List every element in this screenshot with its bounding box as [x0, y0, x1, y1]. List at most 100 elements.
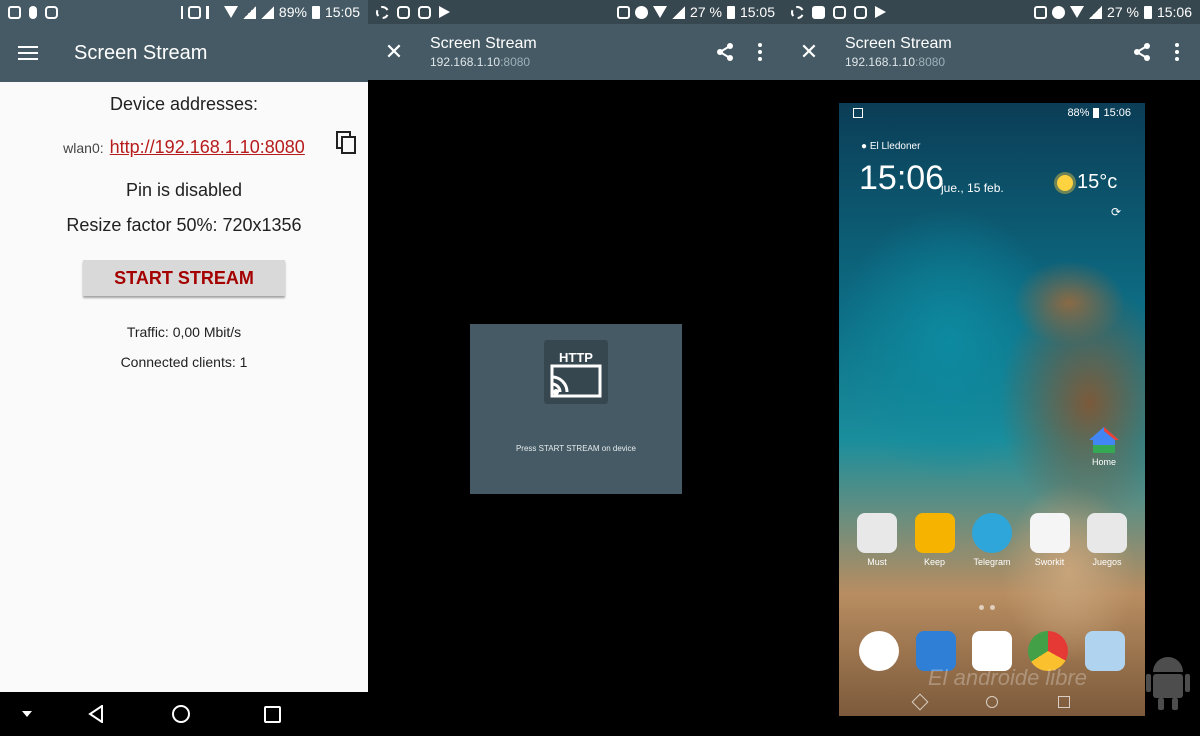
- start-stream-button[interactable]: START STREAM: [83, 260, 285, 296]
- close-icon[interactable]: ✕: [799, 39, 819, 65]
- sworkit-icon: [1029, 513, 1070, 553]
- navigation-bar: [0, 692, 368, 736]
- cast-icon: [853, 108, 863, 118]
- instagram-icon: [45, 5, 58, 19]
- android-logo-icon: [1146, 657, 1190, 710]
- refresh-icon[interactable]: ⟳: [1111, 205, 1121, 219]
- weather-widget: 15°c: [1057, 171, 1117, 194]
- mute-icon: [205, 5, 219, 19]
- app-title: Screen Stream: [74, 41, 208, 64]
- screen-stream-settings: 89% 15:05 Screen Stream Device addresses…: [0, 0, 368, 736]
- recent-apps-icon[interactable]: [264, 705, 281, 723]
- wifi-icon: [1070, 6, 1085, 18]
- page-url: 192.168.1.10:8080: [845, 55, 952, 69]
- share-icon[interactable]: [1132, 42, 1152, 62]
- do-not-disturb-icon: [1052, 5, 1066, 19]
- hamburger-menu-icon[interactable]: [18, 46, 38, 60]
- battery-icon: [726, 5, 735, 19]
- camera-icon[interactable]: [1084, 631, 1125, 671]
- browser-waiting-stream: 27 % 15:05 ✕ Screen Stream 192.168.1.10:…: [368, 0, 783, 736]
- app-row: Must Keep Telegram Sworkit Juegos: [851, 513, 1133, 567]
- nfc-icon: [617, 5, 631, 19]
- page-title: Screen Stream: [430, 35, 537, 52]
- stream-address-link[interactable]: http://192.168.1.10:8080: [110, 137, 305, 158]
- home-app-label: Home: [1091, 457, 1116, 467]
- page-indicator: [979, 605, 995, 610]
- browser-live-stream: 27 % 15:06 ✕ Screen Stream 192.168.1.10:…: [783, 0, 1200, 736]
- telegram-icon: [972, 513, 1012, 553]
- url-host: 192.168.1.10: [845, 55, 916, 69]
- app-label: Juegos: [1092, 557, 1122, 567]
- share-icon[interactable]: [715, 42, 735, 62]
- connected-clients-text: Connected clients: 1: [120, 354, 248, 370]
- bluetooth-icon: [177, 5, 183, 19]
- home-icon[interactable]: [172, 705, 190, 723]
- no-sim-icon: [242, 5, 256, 19]
- app-label: Sworkit: [1034, 557, 1065, 567]
- clock: 15:06: [1103, 107, 1131, 119]
- instagram-icon: [397, 5, 410, 19]
- more-options-icon[interactable]: [1174, 43, 1180, 61]
- clock: 15:05: [324, 4, 360, 20]
- app-bar: Screen Stream: [0, 24, 368, 82]
- mic-icon: [29, 5, 37, 19]
- status-bar: 27 % 15:05: [368, 0, 783, 24]
- app-must[interactable]: Must: [851, 513, 903, 567]
- keep-icon: [914, 513, 955, 553]
- app-keep[interactable]: Keep: [909, 513, 961, 567]
- title-block: Screen Stream 192.168.1.10:8080: [845, 35, 952, 69]
- app-bar: ✕ Screen Stream 192.168.1.10:8080: [368, 24, 783, 80]
- instagram-icon: [418, 5, 431, 19]
- phone-status-bar: 88% 15:06: [839, 103, 1145, 123]
- watermark: El androide libre: [928, 665, 1087, 690]
- app-label: Telegram: [973, 557, 1011, 567]
- home-icon[interactable]: [986, 696, 998, 708]
- temperature: 15°c: [1077, 171, 1118, 193]
- pinwheel-icon: [791, 5, 804, 19]
- home-app[interactable]: Home: [1087, 425, 1121, 467]
- clock-widget-time: 15:06: [859, 159, 945, 197]
- battery-percent: 27 %: [690, 4, 722, 20]
- wifi-icon: [223, 6, 238, 18]
- hide-nav-icon[interactable]: [22, 711, 32, 717]
- folder-icon: [1087, 513, 1127, 553]
- google-home-icon: [1089, 427, 1119, 453]
- play-store-icon: [439, 6, 450, 18]
- clock-widget-date: jue., 15 feb.: [941, 181, 1004, 195]
- stream-placeholder: HTTP Press START STREAM on device: [470, 324, 682, 494]
- url-port: :8080: [915, 55, 946, 69]
- app-bar: ✕ Screen Stream 192.168.1.10:8080: [783, 24, 1200, 80]
- page-url: 192.168.1.10:8080: [430, 55, 537, 69]
- title-block: Screen Stream 192.168.1.10:8080: [430, 35, 537, 69]
- instagram-icon: [854, 5, 867, 19]
- status-bar: 89% 15:05: [0, 0, 368, 24]
- copy-icon[interactable]: [336, 131, 358, 155]
- app-telegram[interactable]: Telegram: [966, 513, 1018, 567]
- battery-percent: 88%: [1067, 107, 1090, 119]
- launcher-icon[interactable]: [859, 631, 900, 671]
- clock: 15:05: [739, 4, 775, 20]
- nfc-icon: [187, 5, 201, 19]
- page-title: Screen Stream: [845, 35, 952, 52]
- back-icon[interactable]: [911, 693, 929, 711]
- nfc-icon: [1034, 5, 1048, 19]
- stream-settings-panel: Device addresses: wlan0: http://192.168.…: [0, 82, 368, 370]
- interface-label: wlan0:: [63, 139, 104, 156]
- streamed-phone-screen[interactable]: 88% 15:06 ● El Lledoner 15:06 jue., 15 f…: [839, 103, 1145, 716]
- gallery-icon: [812, 5, 825, 19]
- recent-apps-icon[interactable]: [1058, 696, 1070, 708]
- location-label: ● El Lledoner: [861, 141, 921, 152]
- http-cast-icon: HTTP: [544, 340, 608, 404]
- close-icon[interactable]: ✕: [384, 39, 404, 65]
- resize-factor: Resize factor 50%: 720x1356: [66, 215, 302, 235]
- traffic-text: Traffic: 0,00 Mbit/s: [126, 324, 242, 340]
- back-icon[interactable]: [88, 705, 104, 723]
- battery-icon: [1093, 108, 1100, 118]
- http-icon-text: HTTP: [559, 350, 593, 365]
- app-sworkit[interactable]: Sworkit: [1024, 513, 1076, 567]
- do-not-disturb-icon: [635, 5, 649, 19]
- battery-percent: 89%: [278, 4, 307, 20]
- app-juegos[interactable]: Juegos: [1081, 513, 1133, 567]
- sun-icon: [1057, 174, 1073, 191]
- more-options-icon[interactable]: [757, 43, 763, 61]
